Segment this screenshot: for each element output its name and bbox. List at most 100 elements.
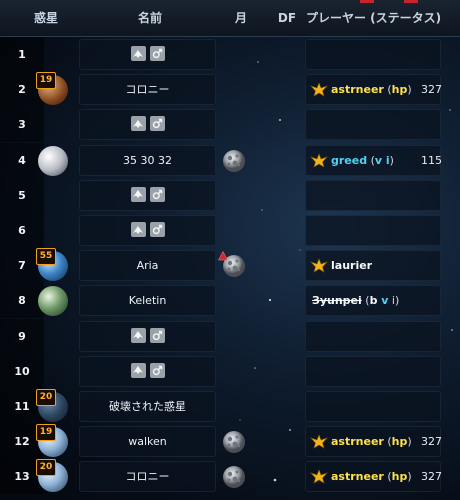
player-status: v xyxy=(374,153,383,167)
player-points: 327 xyxy=(421,470,442,484)
player-cell xyxy=(305,179,441,211)
header-player-status: プレーヤー (ステータス) xyxy=(306,11,442,25)
empty-slot-cell xyxy=(79,355,216,387)
fleet-icon[interactable] xyxy=(130,362,146,378)
player-cell xyxy=(305,109,441,141)
planet-image[interactable] xyxy=(38,145,68,176)
rank-wings-icon xyxy=(310,151,328,169)
player-status: hp xyxy=(391,83,408,97)
planet-name-cell[interactable]: コロニー xyxy=(79,74,216,106)
player-status-extra: i xyxy=(382,153,390,167)
position-number: 1 xyxy=(0,37,44,72)
empty-slot-cell xyxy=(79,109,216,141)
galaxy-row: 11 20 破壊された惑星 xyxy=(0,389,460,424)
player-name: greed xyxy=(331,153,368,167)
player-name-status[interactable]: laurier xyxy=(331,250,372,281)
slot-actions xyxy=(130,362,165,378)
fleet-icon[interactable] xyxy=(130,222,146,237)
player-name-status[interactable]: astrneer (hp) xyxy=(331,461,412,492)
planet-name: 35 30 32 xyxy=(123,153,172,167)
planet-name-cell[interactable]: 35 30 32 xyxy=(79,144,216,176)
player-name-status[interactable]: astrneer (hp) xyxy=(331,74,412,105)
planet-name: 破壊された惑星 xyxy=(109,400,186,413)
header-debris-field: DF xyxy=(277,11,297,25)
position-number: 9 xyxy=(0,318,44,354)
slot-actions xyxy=(130,186,165,202)
planet-name: コロニー xyxy=(125,83,170,97)
player-cell[interactable]: laurier xyxy=(305,250,441,282)
position-number: 3 xyxy=(0,107,44,143)
planet-image[interactable] xyxy=(38,286,68,317)
player-name-status[interactable]: Зyunpei (b v i) xyxy=(312,285,399,316)
status-close: ) xyxy=(407,83,412,97)
player-cell xyxy=(305,215,441,246)
header-accent-mark xyxy=(360,0,374,3)
galaxy-row: 4 35 30 32 greed (v i) 115 xyxy=(0,142,460,178)
rank-wings-icon xyxy=(310,80,328,98)
player-cell[interactable]: Зyunpei (b v i) xyxy=(305,285,441,317)
galaxy-row: 1 xyxy=(0,37,460,72)
planet-name-cell[interactable]: walken xyxy=(79,426,216,458)
fleet-icon[interactable] xyxy=(130,116,146,132)
fleet-icon[interactable] xyxy=(130,46,146,61)
male-symbol-icon[interactable] xyxy=(149,116,165,132)
player-status-extra: v xyxy=(377,294,389,308)
fleet-icon[interactable] xyxy=(130,186,146,202)
player-name: astrneer xyxy=(331,83,384,97)
male-symbol-icon[interactable] xyxy=(149,327,165,343)
galaxy-row: 10 xyxy=(0,353,460,389)
male-symbol-icon[interactable] xyxy=(149,362,165,378)
status-open: ( xyxy=(367,153,375,167)
player-name-status[interactable]: greed (v i) xyxy=(331,145,394,176)
moon-icon[interactable] xyxy=(221,429,247,455)
galaxy-row: 7 55 Aria laurier xyxy=(0,246,460,284)
planet-name-cell[interactable]: 破壊された惑星 xyxy=(79,391,216,422)
galaxy-row: 9 xyxy=(0,318,460,354)
male-symbol-icon[interactable] xyxy=(149,222,165,237)
player-cell[interactable]: astrneer (hp) 327 xyxy=(305,426,442,458)
player-name: astrneer xyxy=(331,435,384,449)
status-open: ( xyxy=(383,435,392,449)
planet-name: walken xyxy=(128,435,167,449)
male-symbol-icon[interactable] xyxy=(149,186,165,202)
fleet-icon[interactable] xyxy=(130,327,146,343)
player-cell[interactable]: astrneer (hp) 327 xyxy=(305,74,442,106)
empty-slot-cell xyxy=(79,215,216,246)
planet-name: Keletin xyxy=(128,294,167,308)
galaxy-row: 13 20 コロニー astrneer (hp) 327 xyxy=(0,459,460,495)
player-cell xyxy=(305,355,441,387)
empty-slot-cell xyxy=(79,179,216,211)
male-symbol-icon[interactable] xyxy=(149,46,165,61)
table-header: 惑星 名前 月 DF プレーヤー (ステータス) xyxy=(0,0,460,37)
planet-name-cell[interactable]: Aria xyxy=(79,250,216,282)
status-open: ( xyxy=(383,470,392,484)
player-name: astrneer xyxy=(331,470,384,484)
player-cell[interactable]: greed (v i) 115 xyxy=(305,144,442,176)
planet-name-cell[interactable]: Keletin xyxy=(79,285,216,317)
player-points: 327 xyxy=(421,83,442,97)
slot-actions xyxy=(130,116,165,132)
moon-icon[interactable] xyxy=(221,148,247,174)
player-points: 327 xyxy=(421,435,442,449)
status-close: ) xyxy=(407,470,412,484)
position-number: 5 xyxy=(0,177,44,213)
status-open: ( xyxy=(361,294,370,308)
slot-actions xyxy=(130,327,165,343)
player-cell[interactable]: astrneer (hp) 327 xyxy=(305,461,442,493)
planet-level-badge: 55 xyxy=(36,248,56,266)
planet-level-badge: 20 xyxy=(36,389,56,406)
empty-slot-cell xyxy=(79,320,216,352)
planet-name-cell[interactable]: コロニー xyxy=(79,461,216,493)
player-name-status[interactable]: astrneer (hp) xyxy=(331,426,412,457)
header-planet: 惑星 xyxy=(33,11,58,25)
header-moon: 月 xyxy=(234,11,247,25)
planet-name: コロニー xyxy=(125,470,170,484)
player-cell xyxy=(305,391,441,422)
header-name: 名前 xyxy=(137,11,162,25)
status-close: ) xyxy=(407,435,412,449)
player-status: hp xyxy=(391,435,408,449)
player-cell xyxy=(305,320,441,352)
alert-triangle-icon xyxy=(218,246,228,261)
planet-level-badge: 19 xyxy=(36,72,56,90)
moon-icon[interactable] xyxy=(221,464,247,490)
